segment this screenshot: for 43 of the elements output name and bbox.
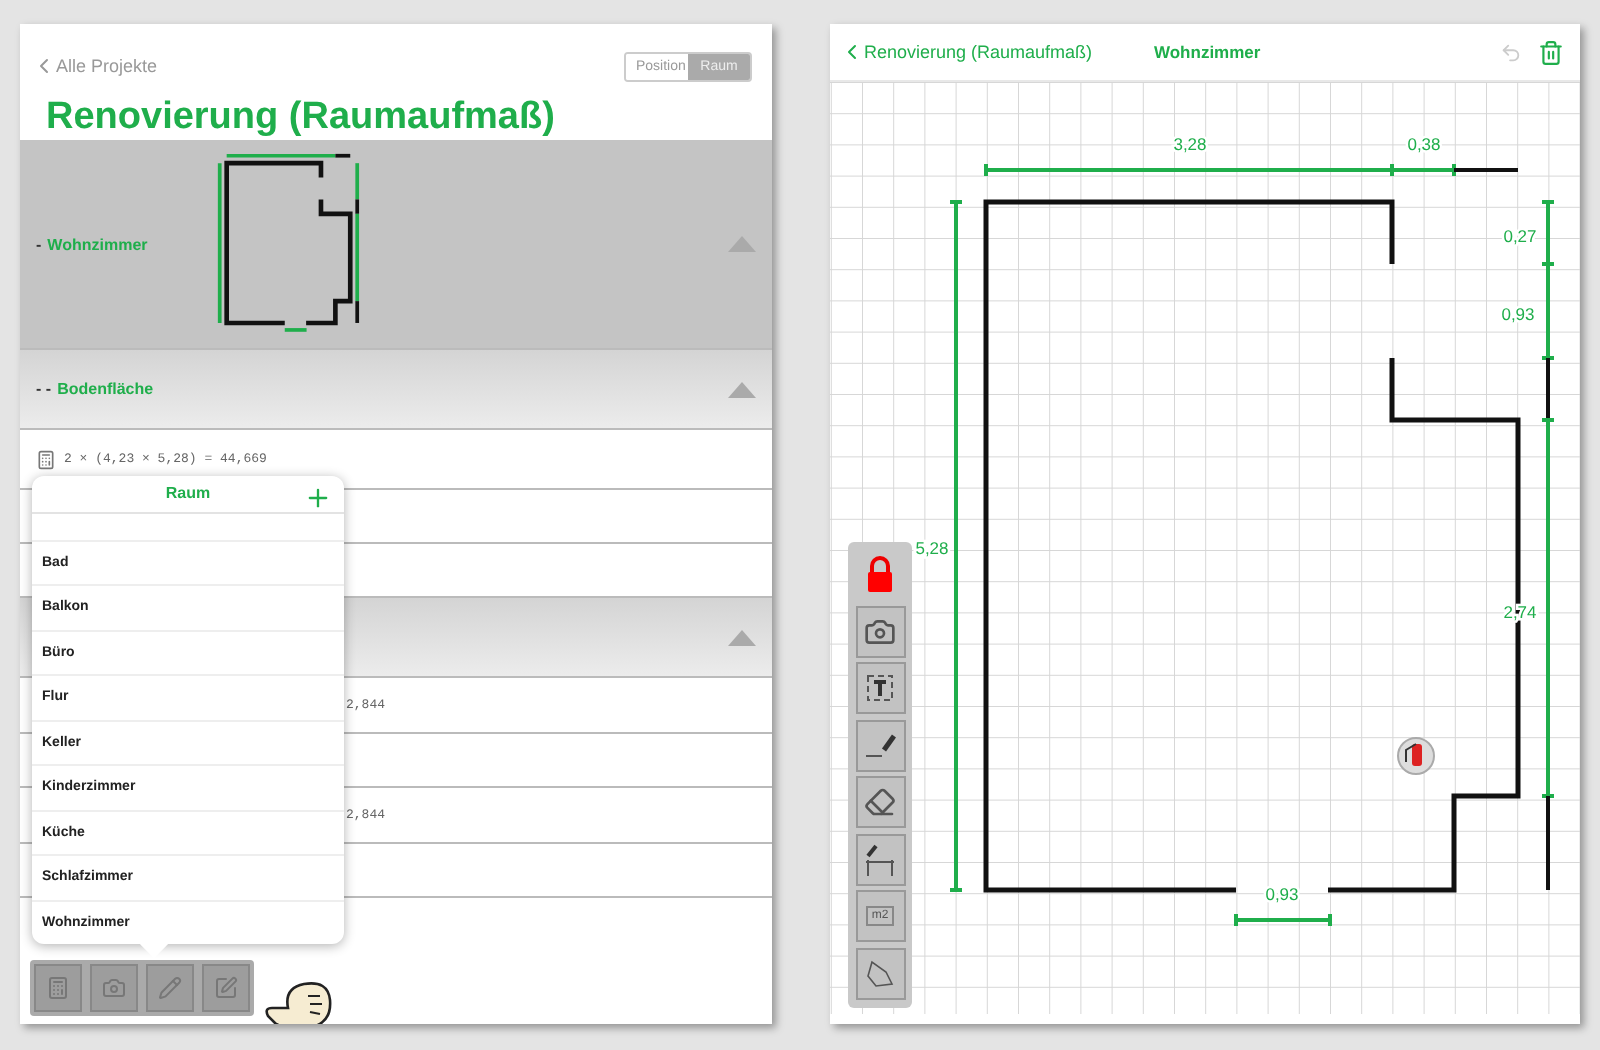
- row-label: Wohnzimmer: [47, 235, 150, 253]
- camera-button[interactable]: [90, 964, 138, 1012]
- dimension-label: 0,38: [1407, 134, 1441, 154]
- delete-button[interactable]: [1538, 39, 1564, 65]
- dimension-label: 0,93: [1501, 304, 1535, 324]
- text-tool-button[interactable]: [855, 662, 905, 714]
- dimension-label: 0,27: [1503, 226, 1537, 246]
- dimension-label: 5,28: [915, 538, 949, 558]
- calculator-icon: [46, 976, 70, 1000]
- level-marker: -: [36, 235, 42, 253]
- collapse-icon[interactable]: [728, 629, 756, 645]
- pencil-button[interactable]: [146, 964, 194, 1012]
- eraser-tool-button[interactable]: [855, 776, 905, 828]
- row-label: Bodenfläche: [57, 380, 154, 398]
- camera-icon: [864, 615, 896, 647]
- popover-title: Raum: [165, 484, 211, 503]
- line-draw-icon: [864, 729, 896, 761]
- text-box-icon: [864, 672, 896, 704]
- edit-icon: [214, 976, 238, 1000]
- project-title: Renovierung (Raumaufmaß): [46, 96, 557, 140]
- room-title: Wohnzimmer: [1154, 42, 1261, 62]
- lock-icon[interactable]: [866, 556, 894, 592]
- line-tool-button[interactable]: [855, 719, 905, 771]
- section-row[interactable]: - - Bodenfläche: [20, 350, 772, 430]
- dimension-tool-button[interactable]: [855, 833, 905, 885]
- calculator-icon: [36, 449, 56, 469]
- fire-extinguisher-icon[interactable]: [1397, 737, 1435, 775]
- pencil-icon: [158, 976, 182, 1000]
- add-button[interactable]: [304, 484, 332, 512]
- polygon-tool-button[interactable]: [855, 947, 905, 999]
- dimension-icon: [864, 843, 896, 875]
- collapse-icon[interactable]: [728, 381, 756, 397]
- level-marker: - -: [36, 380, 52, 398]
- dimension-line: [1234, 914, 1332, 926]
- calculator-button[interactable]: [34, 964, 82, 1012]
- camera-icon: [102, 976, 126, 1000]
- camera-tool-button[interactable]: [855, 605, 905, 657]
- polygon-icon: [864, 957, 896, 989]
- dimension-label: 0,93: [1265, 884, 1299, 904]
- room-row[interactable]: - Wohnzimmer: [20, 140, 772, 350]
- edit-button[interactable]: [202, 964, 250, 1012]
- dimension-label: 3,28: [1173, 134, 1207, 154]
- eraser-icon: [864, 786, 896, 818]
